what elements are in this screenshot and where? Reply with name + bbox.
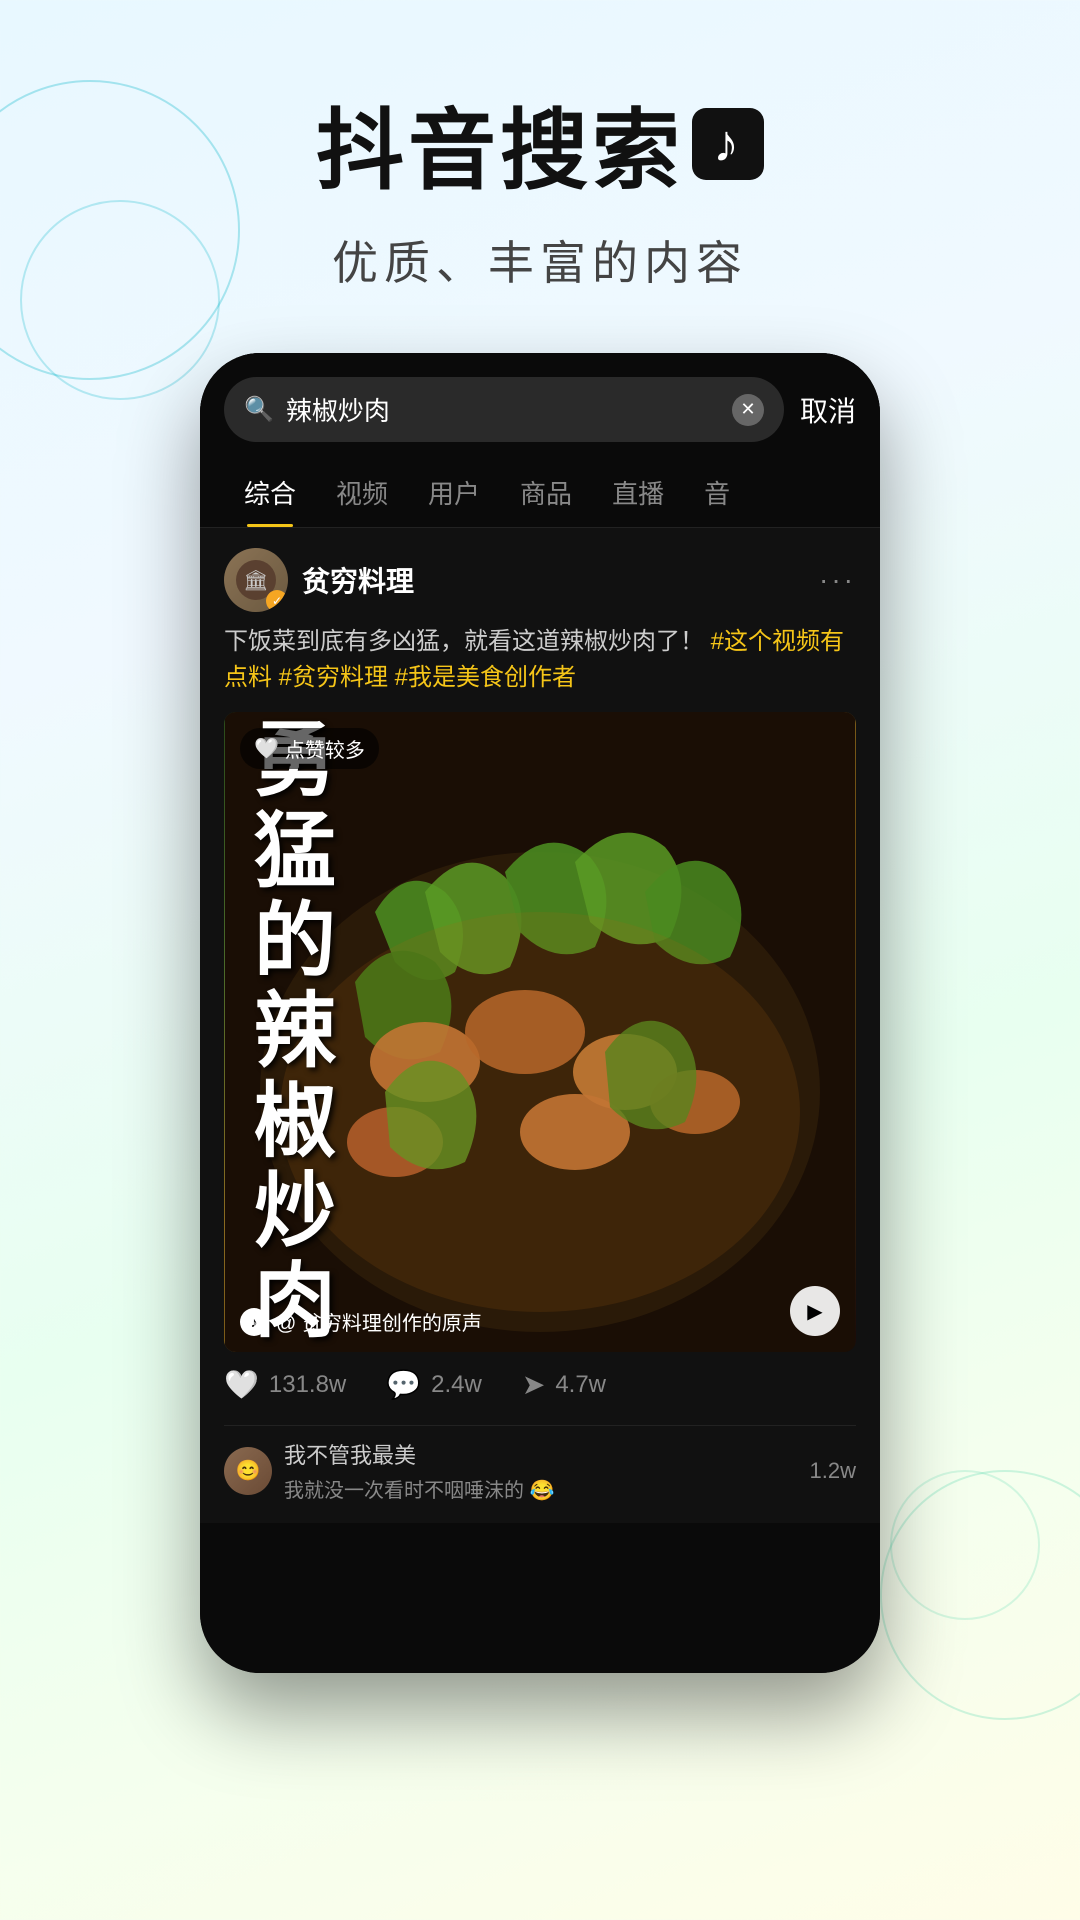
tab-comprehensive[interactable]: 综合 [224, 458, 316, 527]
tab-live[interactable]: 直播 [592, 458, 684, 527]
share-icon: ➤ [522, 1368, 545, 1401]
heart-icon-small: 🤍 [254, 736, 279, 761]
commenter-avatar: 😊 [224, 1447, 272, 1495]
tabs-row: 综合 视频 用户 商品 直播 音 [200, 458, 880, 528]
phone-mockup: 🔍 辣椒炒肉 ✕ 取消 综合 视频 用户 商品 [200, 353, 880, 1673]
verified-badge: ✓ [266, 590, 288, 612]
play-button[interactable]: ▶ [790, 1286, 840, 1336]
interaction-row: 🤍 131.8w 💬 2.4w ➤ 4.7w [224, 1368, 856, 1417]
svg-text:🏛: 🏛 [243, 569, 268, 592]
video-thumbnail[interactable]: 勇猛的辣椒炒肉 🤍 点赞较多 ♪ @ 贫穷料理创作的原声 [224, 712, 856, 1352]
tiktok-note-icon: ♪ [713, 114, 743, 174]
phone-wrapper: 🔍 辣椒炒肉 ✕ 取消 综合 视频 用户 商品 [0, 353, 1080, 1673]
post-header: 🏛 ✓ 贫穷料理 ··· [224, 548, 856, 612]
tab-video[interactable]: 视频 [316, 458, 408, 527]
video-background: 勇猛的辣椒炒肉 [224, 712, 856, 1352]
comment-icon: 💬 [386, 1368, 421, 1401]
user-info: 🏛 ✓ 贫穷料理 [224, 548, 414, 612]
search-bar-row: 🔍 辣椒炒肉 ✕ 取消 [200, 353, 880, 458]
tab-user[interactable]: 用户 [408, 458, 500, 527]
tab-audio[interactable]: 音 [684, 458, 750, 527]
header-section: 抖音搜索 ♪ 优质、丰富的内容 [0, 0, 1080, 293]
header-subtitle: 优质、丰富的内容 [0, 227, 1080, 293]
music-text: @ 贫穷料理创作的原声 [276, 1307, 482, 1336]
likes-badge-text: 点赞较多 [285, 734, 365, 763]
search-icon: 🔍 [244, 395, 274, 424]
phone-screen: 🔍 辣椒炒肉 ✕ 取消 综合 视频 用户 商品 [200, 353, 880, 1673]
comment-content: 我不管我最美 我就没一次看时不咽唾沫的 😂 [284, 1438, 798, 1503]
cancel-button[interactable]: 取消 [800, 390, 856, 430]
comment-count-label: 1.2w [810, 1458, 856, 1484]
clear-icon[interactable]: ✕ [732, 394, 764, 426]
post-text: 下饭菜到底有多凶猛，就看这道辣椒炒肉了！ #这个视频有点料 #贫穷料理 #我是美… [224, 624, 856, 696]
tab-product[interactable]: 商品 [500, 458, 592, 527]
main-title-row: 抖音搜索 ♪ [0, 80, 1080, 207]
commenter-avatar-icon: 😊 [236, 1458, 261, 1483]
username-label: 贫穷料理 [302, 560, 414, 600]
comment-body: 我就没一次看时不咽唾沫的 😂 [284, 1474, 798, 1503]
likes-count: 131.8w [269, 1371, 346, 1399]
music-bar: ♪ @ 贫穷料理创作的原声 [240, 1307, 482, 1336]
share-interaction[interactable]: ➤ 4.7w [522, 1368, 606, 1401]
likes-badge: 🤍 点赞较多 [240, 728, 379, 769]
music-note-icon: ♪ [240, 1308, 268, 1336]
search-input-container[interactable]: 🔍 辣椒炒肉 ✕ [224, 377, 784, 442]
tiktok-logo: ♪ [692, 108, 764, 180]
user-avatar[interactable]: 🏛 ✓ [224, 548, 288, 612]
search-query-text: 辣椒炒肉 [286, 391, 720, 428]
shares-count: 4.7w [555, 1371, 606, 1399]
like-interaction[interactable]: 🤍 131.8w [224, 1368, 346, 1401]
video-text-overlay: 勇猛的辣椒炒肉 [224, 712, 856, 1352]
heart-icon: 🤍 [224, 1368, 259, 1401]
comment-preview: 😊 我不管我最美 我就没一次看时不咽唾沫的 😂 1.2w [224, 1425, 856, 1503]
video-overlay-text: 勇猛的辣椒炒肉 [254, 716, 336, 1347]
comment-interaction[interactable]: 💬 2.4w [386, 1368, 482, 1401]
commenter-name: 我不管我最美 [284, 1438, 798, 1470]
content-area: 🏛 ✓ 贫穷料理 ··· 下饭菜到底有多凶猛，就看这道辣椒炒肉了！ #这个视频有… [200, 528, 880, 1523]
app-title: 抖音搜索 [316, 80, 684, 207]
comments-count: 2.4w [431, 1371, 482, 1399]
more-options-icon[interactable]: ··· [819, 564, 856, 596]
